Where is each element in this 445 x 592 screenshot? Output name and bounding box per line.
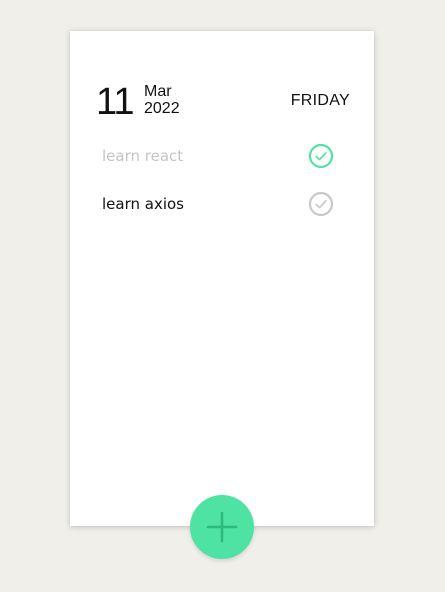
todo-text: learn axios	[102, 195, 184, 213]
date-header: 11 Mar 2022 FRIDAY	[96, 81, 350, 123]
todo-text: learn react	[102, 147, 184, 165]
month-label: Mar	[144, 83, 172, 100]
todo-item[interactable]: learn axios	[102, 189, 334, 237]
todo-list: learn react learn axios	[102, 141, 334, 237]
check-circle-icon[interactable]	[308, 143, 334, 169]
todo-item[interactable]: learn react	[102, 141, 334, 189]
month-year: Mar 2022	[144, 83, 180, 117]
year-label: 2022	[144, 100, 180, 117]
add-todo-button[interactable]	[190, 495, 254, 559]
check-circle-icon[interactable]	[308, 191, 334, 217]
todo-card: 11 Mar 2022 FRIDAY learn react learn axi…	[70, 31, 374, 526]
day-number: 11	[96, 81, 134, 123]
plus-icon	[206, 511, 238, 543]
weekday-label: FRIDAY	[290, 92, 350, 109]
